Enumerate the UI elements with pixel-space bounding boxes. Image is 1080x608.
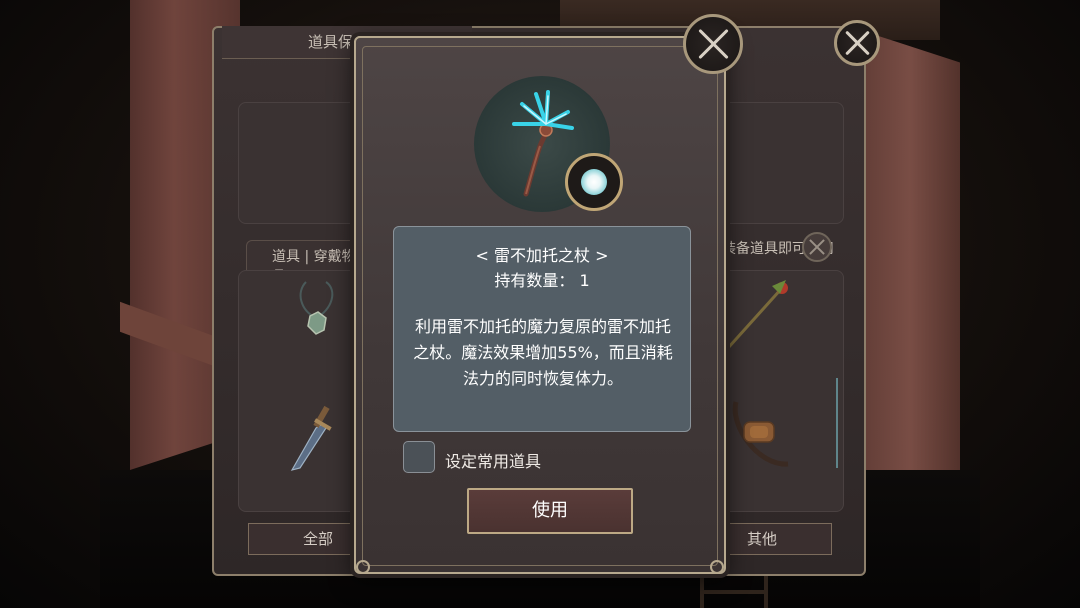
corner-ornament (710, 560, 724, 574)
glowing-orb-rank-icon (565, 153, 623, 211)
corner-ornament (356, 560, 370, 574)
item-description: 利用雷不加托的魔力复原的雷不加托之杖。魔法效果增加55%，而且消耗法力的同时恢复… (413, 317, 673, 388)
item-count-label: 持有数量： (494, 271, 575, 290)
favorite-item-label: 设定常用道具 (445, 452, 542, 471)
dialog-close-icon[interactable] (683, 14, 743, 74)
top-slot-area-right (722, 102, 844, 224)
top-slot-area-left (238, 102, 360, 224)
scrollbar[interactable] (836, 378, 838, 468)
tab-items[interactable]: 道具 | 穿戴物品 (246, 240, 368, 285)
staff-item-icon[interactable] (724, 276, 800, 352)
favorite-item-checkbox[interactable] (403, 441, 435, 473)
necklace-item-icon[interactable] (292, 276, 348, 344)
right-wall (860, 30, 960, 503)
satchel-item-icon[interactable] (728, 396, 798, 472)
dagger-item-icon[interactable] (286, 394, 346, 474)
use-button[interactable]: 使用 (467, 488, 633, 534)
hint-close-icon[interactable] (802, 232, 832, 262)
storage-close-icon[interactable] (834, 20, 880, 66)
item-count-value: 1 (579, 271, 590, 290)
item-count-row: 持有数量： 1 (393, 267, 691, 291)
item-name: < 雷不加托之杖 > (475, 246, 609, 265)
